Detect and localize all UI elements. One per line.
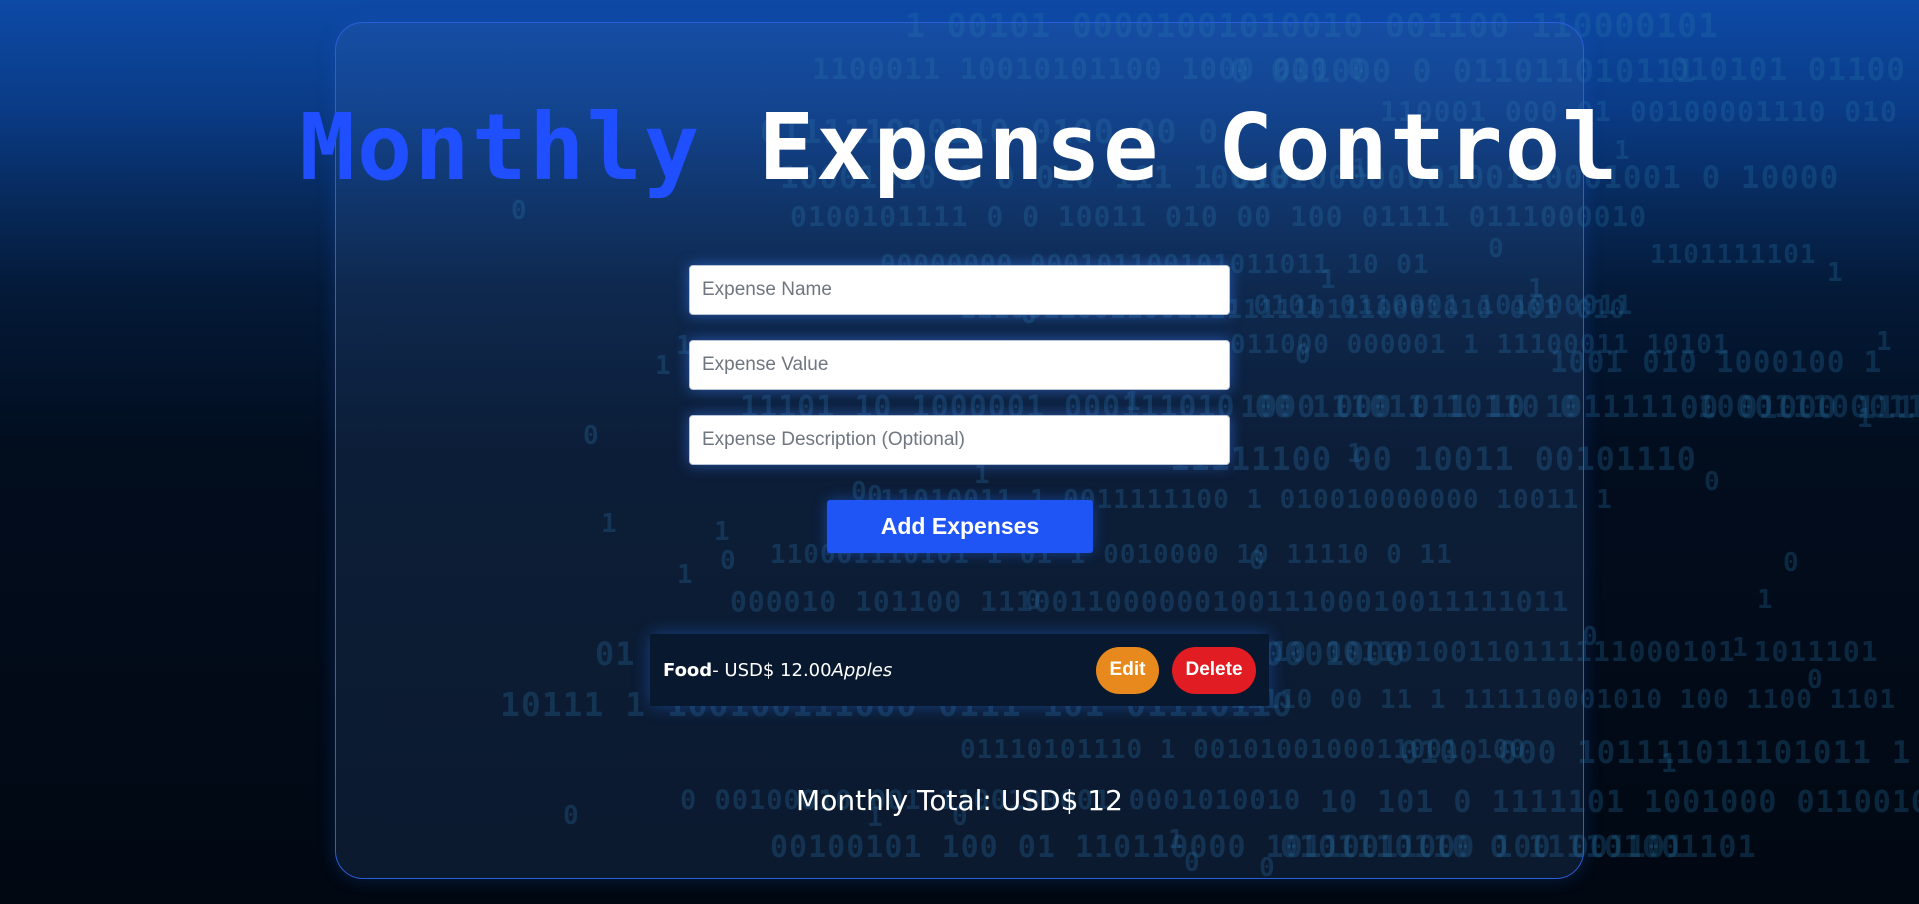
binary-digit: 1 [1857, 404, 1874, 434]
title-word-expense-control: Expense Control [758, 94, 1620, 201]
binary-text-row: 010101 01100 1 0 [1670, 52, 1919, 88]
binary-digit: 1 [1661, 749, 1678, 779]
binary-text-row: 00 01000 1111 [1680, 390, 1919, 426]
delete-expense-button[interactable]: Delete [1172, 646, 1256, 694]
expense-text: Food- USD$ 12.00Apples [663, 660, 1096, 681]
page-title: Monthly Expense Control [0, 93, 1919, 203]
expense-value-input[interactable] [689, 340, 1230, 390]
expense-description-input[interactable] [689, 415, 1230, 465]
binary-digit: 1 [1827, 258, 1844, 288]
expense-separator: - [712, 659, 725, 681]
binary-digit: 0 [1783, 548, 1800, 578]
binary-text-row: 1001 010 1000100 1 [1550, 345, 1883, 379]
expense-name: Food [663, 659, 713, 681]
binary-digit: 0 [1704, 467, 1721, 497]
binary-digit: 1 [1876, 327, 1893, 357]
monthly-total: Monthly Total: USD$ 12 [796, 784, 1123, 817]
binary-digit: 0 [1807, 665, 1824, 695]
add-expenses-button[interactable]: Add Expenses [827, 500, 1093, 553]
binary-digit: 1 [1757, 585, 1774, 615]
expense-name-input[interactable] [689, 265, 1230, 315]
expense-amount: USD$ 12.00 [724, 659, 832, 681]
expense-list-item: Food- USD$ 12.00Apples Edit Delete [650, 634, 1269, 706]
binary-digit: 0 [1582, 622, 1599, 652]
expense-description: Apples [831, 659, 893, 681]
binary-digit: 1 [1732, 633, 1749, 663]
edit-expense-button[interactable]: Edit [1096, 646, 1159, 694]
title-word-monthly: Monthly [299, 94, 702, 201]
binary-text-row: 1101111101 [1650, 240, 1817, 270]
